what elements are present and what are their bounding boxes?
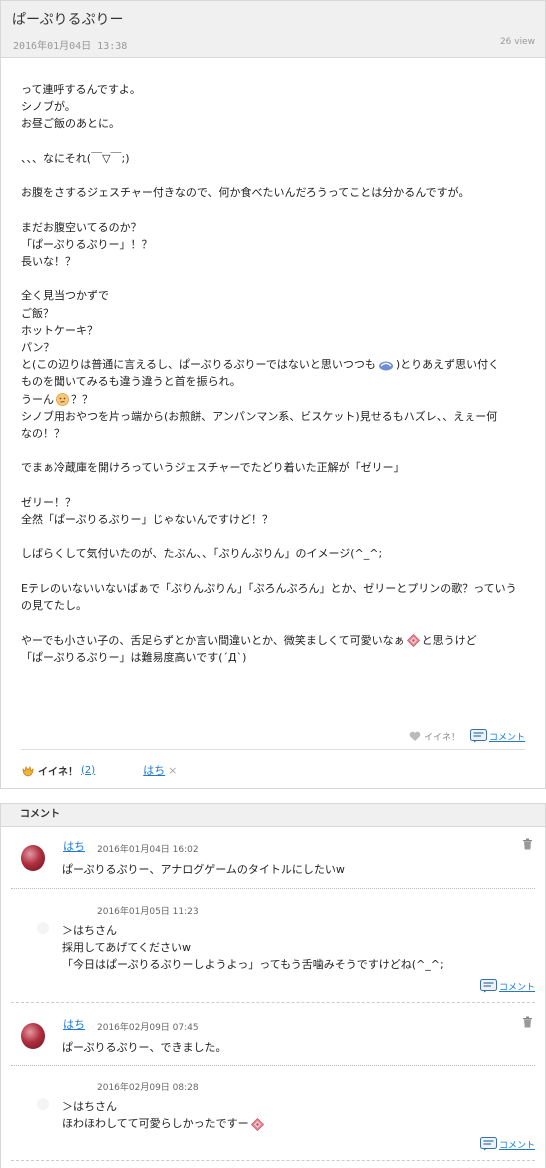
divider — [11, 1002, 535, 1003]
post-line: ホットケーキ？ — [21, 323, 98, 337]
post-line: Eテレのいないいないばぁで「ぷりんぷりん」「ぷろんぷろん」とか、ゼリーとプリンの… — [21, 581, 517, 595]
comment-date: 2016年02月09日 07:45 — [97, 1023, 199, 1033]
post-line: 「ぱーぷりるぷりー」は難易度高いです(´Д`) — [21, 650, 247, 664]
comment-date: 2016年02月09日 08:28 — [97, 1083, 199, 1093]
reply-label: コメント — [498, 982, 535, 993]
like-button[interactable]: イイネ！ — [409, 730, 460, 743]
post-line: 全然「ぱーぷりるぷりー」じゃないんですけど！？ — [21, 513, 274, 527]
post-line-with-emoji: やーでも小さい子の、舌足らずとか言い間違いとか、微笑ましくて可愛いなぁ と思うけど — [21, 632, 526, 649]
post-line — [21, 201, 526, 218]
divider — [21, 749, 525, 750]
comment-text: ぱーぷりるぷりー、できました。 — [62, 1041, 227, 1054]
post-footer: イイネ！ (2) はち × — [21, 761, 177, 779]
avatar[interactable] — [21, 845, 45, 871]
reply-comment-button[interactable]: コメント — [479, 1137, 535, 1151]
post-line: お腹をさするジェスチャー付きなので、何か食べたいんだろうってことは分かるんですが… — [21, 186, 470, 200]
post-header: ぱーぷりるぷりー 2016年01月04日 13:38 26 view — [1, 1, 545, 58]
blog-post: ぱーぷりるぷりー 2016年01月04日 13:38 26 view って連呼す… — [0, 0, 546, 789]
post-line — [21, 528, 526, 545]
avatar[interactable] — [21, 1023, 45, 1049]
heart-icon — [409, 731, 421, 741]
clapping-hands-icon — [22, 765, 34, 776]
comment-label: コメント — [488, 732, 525, 743]
post-line-text: ？？ — [71, 392, 93, 406]
post-line — [21, 167, 526, 184]
post-line-with-emoji: うーん ？？ — [21, 391, 526, 408]
comment-text: ぱーぷりるぷりー、アナログゲームのタイトルにしたいw — [62, 863, 345, 876]
comment-bubble-icon — [479, 1137, 497, 1151]
confused-face-emoji-icon — [56, 393, 69, 407]
post-line: まだお腹空いてるのか？ — [21, 220, 142, 234]
post-body: って連呼するんですよ。 シノブが。 お昼ご飯のあとに。 、、、なにそれ(￣▽￣;) … — [21, 81, 526, 666]
post-line: 全く見当つかずで — [21, 289, 109, 303]
post-line-with-emoji: と(この辺りは普通に言えるし、ぱーぷりるぷりーではないと思いつつも )とりあえず思… — [21, 356, 526, 373]
comment-button[interactable]: コメント — [469, 729, 525, 743]
comment-author[interactable]: はち — [63, 1016, 85, 1032]
post-actions: イイネ！ コメント — [409, 727, 525, 745]
iine-label: イイネ！ — [38, 766, 78, 778]
post-line — [21, 270, 526, 287]
reply-comment-button[interactable]: コメント — [479, 979, 535, 993]
divider — [11, 1065, 535, 1066]
avatar — [37, 1098, 49, 1110]
post-line — [21, 477, 526, 494]
post-line — [21, 614, 526, 631]
post-line: しばらくして気付いたのが、たぶん、、「ぷりんぷりん」のイメージ(^_^; — [21, 547, 383, 561]
like-label: イイネ！ — [423, 732, 460, 743]
post-date: 2016年01月04日 13:38 — [13, 41, 128, 52]
post-line — [21, 563, 526, 580]
post-text-block-2: シノブ用おやつを片っ端から(お煎餅、アンパンマン系、ビスケット)見せるもハズレ、… — [21, 408, 526, 632]
liked-user-link[interactable]: はち — [143, 762, 165, 778]
post-line — [21, 133, 526, 150]
post-text-block-1: って連呼するんですよ。 シノブが。 お昼ご飯のあとに。 、、、なにそれ(￣▽￣;) … — [21, 81, 526, 356]
comments-header: コメント — [1, 804, 545, 827]
post-line: シノブ用おやつを片っ端から(お煎餅、アンパンマン系、ビスケット)見せるもハズレ、… — [21, 409, 498, 423]
post-line: でまぁ冷蔵庫を開けろっていうジェスチャーでたどり着いた正解が「ゼリー」 — [21, 461, 405, 475]
comment-date: 2016年01月05日 11:23 — [97, 907, 199, 917]
divider — [11, 888, 535, 889]
post-line-text: と(この辺りは普通に言えるし、ぱーぷりるぷりーではないと思いつつも — [21, 358, 376, 372]
avatar — [37, 922, 49, 934]
reply-label: コメント — [498, 1140, 535, 1151]
post-line-text: )とりあえず思い付く — [395, 358, 500, 372]
post-line: って連呼するんですよ。 — [21, 83, 141, 96]
divider — [11, 1160, 535, 1161]
post-line: 、、、なにそれ(￣▽￣;) — [21, 151, 130, 165]
post-line: ゼリー！？ — [21, 495, 76, 509]
post-line: お昼ご飯のあとに。 — [21, 117, 120, 131]
post-line-text: と思うけど — [421, 633, 477, 647]
comment-bubble-icon — [479, 979, 497, 993]
post-line-text: うーん — [21, 392, 54, 406]
post-line: なの！？ — [21, 427, 65, 441]
comment-text: ＞はちさん ほわほわしてて可愛らしかったですー — [62, 1098, 266, 1132]
post-line: ものを聞いてみるも違う違うと首を振られ。 — [21, 375, 241, 389]
post-line-text: やーでも小さい子の、舌足らずとか言い間違いとか、微笑ましくて可愛いなぁ — [21, 633, 405, 647]
post-line: の見てたし。 — [21, 599, 87, 613]
view-count: 26 view — [499, 37, 535, 47]
trash-icon[interactable] — [522, 1016, 533, 1028]
post-line: ご飯？ — [21, 306, 54, 320]
comments-section: コメント はち 2016年01月04日 16:02 ぱーぷりるぷりー、アナログゲ… — [0, 803, 546, 1168]
sweat-drop-emoji-icon — [378, 361, 393, 371]
sparkle-heart-emoji-icon — [250, 1117, 264, 1131]
comment-text: ＞はちさん 採用してあげてくださいw 「今日はぱーぷりるぷりーしようよっ」っても… — [62, 924, 444, 971]
post-line: パン？ — [21, 341, 55, 355]
trash-icon[interactable] — [522, 838, 533, 850]
iine-count-link[interactable]: (2) — [81, 765, 95, 776]
post-line: シノブが。 — [21, 100, 76, 114]
comment-text-part: ＞はちさん ほわほわしてて可愛らしかったですー — [62, 1100, 249, 1130]
post-line: 長いな！？ — [21, 255, 76, 269]
post-line: 「ぱーぷりるぷりー」！？ — [21, 237, 153, 251]
comment-date: 2016年01月04日 16:02 — [97, 845, 199, 855]
comment-author[interactable]: はち — [63, 838, 85, 854]
remove-like-icon[interactable]: × — [168, 764, 177, 777]
post-title: ぱーぷりるぷりー — [12, 12, 124, 28]
comment-bubble-icon — [469, 729, 487, 743]
post-line — [21, 442, 526, 459]
sparkle-heart-emoji-icon — [406, 634, 420, 647]
